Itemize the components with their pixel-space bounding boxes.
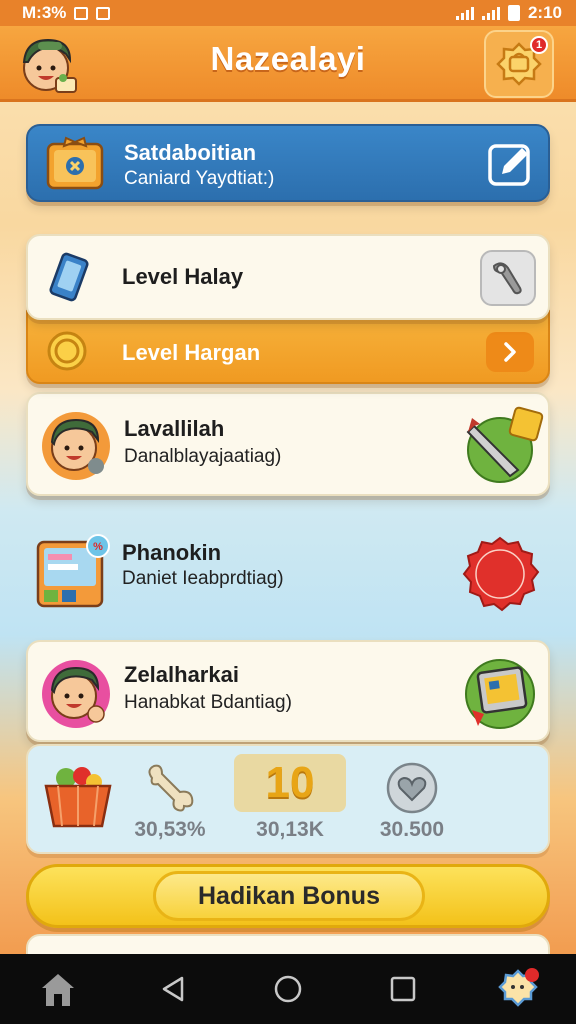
level-card[interactable]: Level Halay <box>26 234 550 320</box>
basket-icon <box>44 767 112 828</box>
circle-home-icon <box>274 975 302 1003</box>
character-avatar-icon <box>42 412 110 480</box>
level-bar[interactable]: Level Hargan <box>26 310 550 384</box>
status-text: M:3% <box>22 3 67 22</box>
home-circle-button[interactable] <box>258 959 318 1019</box>
wrench-icon <box>492 262 522 295</box>
rewards-button[interactable]: 1 <box>484 30 554 98</box>
back-button[interactable] <box>143 959 203 1019</box>
highlight-value: 10 <box>234 754 346 812</box>
bone-icon <box>148 764 194 812</box>
edit-button[interactable] <box>484 138 536 190</box>
item-1-title: Lavallilah <box>124 416 225 441</box>
notification-icon <box>74 6 89 20</box>
recents-icon <box>390 976 416 1002</box>
edit-icon <box>488 144 530 186</box>
back-icon <box>162 976 184 1002</box>
item-1-subtitle: Danalblayajaatiag) <box>124 446 282 467</box>
cell-signal-icon <box>481 6 500 20</box>
badge-icon <box>498 968 540 1007</box>
notification-badge: 1 <box>530 36 548 54</box>
clock: 2:10 <box>527 3 562 22</box>
pen-badge-icon <box>466 406 544 483</box>
featured-title: Satdaboitian <box>124 140 257 165</box>
featured-card[interactable]: Satdaboitian Caniard Yaydtiat:) <box>26 124 550 202</box>
level-bar-title: Level Hargan <box>122 340 261 365</box>
home-button[interactable] <box>28 959 88 1019</box>
svg-text:%: % <box>93 541 103 553</box>
item-3-subtitle: Hanabkat Bdantiag) <box>124 692 292 713</box>
dashboard-icon: % <box>36 534 110 608</box>
image-icon <box>96 6 111 20</box>
stat-2-value: 30,13K <box>256 818 324 841</box>
gift-box-icon <box>46 136 104 190</box>
level-next-button[interactable] <box>486 332 534 372</box>
featured-subtitle: Caniard Yaydtiat:) <box>124 168 275 189</box>
assistant-button[interactable] <box>488 959 548 1019</box>
system-nav-bar <box>0 954 576 1024</box>
bonus-button[interactable]: Hadikan Bonus <box>153 871 425 921</box>
character-avatar-icon <box>42 660 110 728</box>
app-header: Nazealayi 1 <box>0 26 576 102</box>
list-item-3[interactable]: Zelalharkai Hanabkat Bdantiag) <box>26 640 550 742</box>
phone-icon <box>49 252 89 302</box>
list-item-1[interactable]: Lavallilah Danalblayajaatiag) <box>26 392 550 496</box>
item-2-subtitle: Daniet Ieabprdtiag) <box>122 568 284 589</box>
item-2-title: Phanokin <box>122 540 222 565</box>
item-3-title: Zelalharkai <box>124 662 239 687</box>
stat-1-value: 30,53% <box>134 818 206 841</box>
heart-shield-icon <box>386 762 438 814</box>
recents-button[interactable] <box>373 959 433 1019</box>
wifi-signal-icon <box>455 6 474 20</box>
list-item-2[interactable]: % Phanokin Daniet Ieabprdtiag) <box>26 526 550 616</box>
coin-icon <box>47 331 87 371</box>
home-icon <box>41 974 74 1006</box>
status-bar: M:3% 2:10 <box>0 0 576 26</box>
sale-seal-icon <box>462 536 540 612</box>
level-title: Level Halay <box>122 264 244 289</box>
stat-3-value: 30.500 <box>379 818 445 841</box>
bonus-bar: Hadikan Bonus <box>26 864 550 928</box>
stats-panel: 30,53% 10 30,13K 30.500 <box>26 744 550 854</box>
battery-icon <box>507 5 520 21</box>
tools-button[interactable] <box>480 250 536 306</box>
chevron-right-icon <box>504 342 516 362</box>
tablet-badge-icon <box>465 659 535 729</box>
